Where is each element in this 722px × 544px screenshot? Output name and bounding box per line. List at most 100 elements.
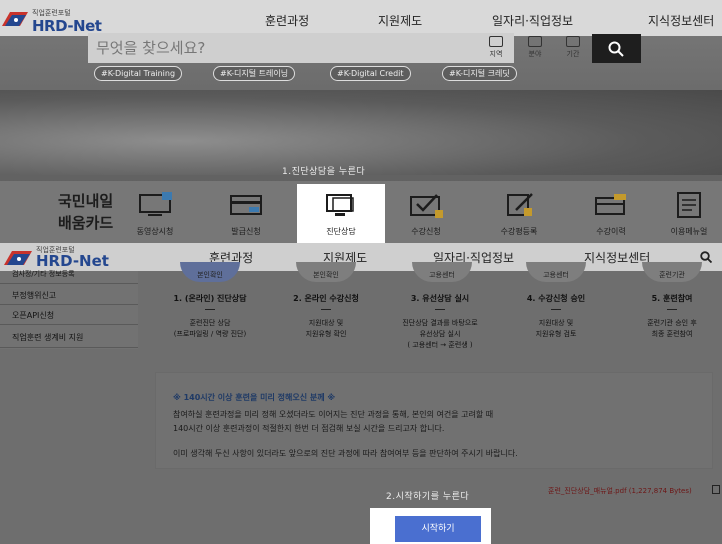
- notice-title: ※ 140시간 이상 훈련을 미리 정해오신 분께 ※: [173, 393, 336, 402]
- step-desc: 지원대상 및: [308, 319, 344, 327]
- menu-jobs[interactable]: 일자리·직업정보: [492, 12, 573, 29]
- step-title: 1. (온라인) 진단상담: [173, 294, 247, 303]
- service-consult[interactable]: 진단상담: [297, 184, 385, 244]
- side-item-living-cost[interactable]: 직업훈련 생계비 지원: [12, 332, 83, 343]
- menu-support[interactable]: 지원제도: [378, 12, 422, 29]
- divider: [435, 309, 445, 310]
- search-button[interactable]: [592, 34, 641, 63]
- manual-download-link[interactable]: 훈련_진단상담_매뉴얼.pdf (1,227,874 Bytes): [548, 486, 692, 496]
- divider: [551, 309, 561, 310]
- hero-background: [0, 90, 722, 175]
- service-video-label: 동영상시청: [136, 227, 174, 236]
- logo-secondary[interactable]: 직업훈련포털 HRD-Net: [2, 243, 112, 271]
- menu-knowledge[interactable]: 지식정보센터: [584, 249, 650, 266]
- service-history[interactable]: 수강이력: [571, 184, 651, 244]
- filter-period-label: 기간: [566, 50, 580, 58]
- document-icon: [677, 192, 701, 218]
- step-3-circle-label: 고용센터: [429, 271, 455, 279]
- card-title-line2: 배움카드: [58, 214, 114, 232]
- divider: [321, 309, 331, 310]
- instruction-1: 1.진단상담을 누른다: [282, 167, 366, 177]
- service-card-issue[interactable]: 발급신청: [206, 184, 286, 244]
- consult-monitor-icon: [326, 194, 354, 216]
- step-5-circle-label: 훈련기관: [659, 271, 685, 279]
- card-title: 국민내일 배움카드: [58, 190, 113, 234]
- service-review[interactable]: 수강평등록: [479, 184, 559, 244]
- hashtag-kdc-ko[interactable]: #K-디지털 크레딧: [442, 66, 517, 81]
- card-title-line1: 국민내일: [58, 192, 114, 210]
- step-desc: 훈련기관 승인 후: [647, 319, 697, 327]
- filter-period[interactable]: 기간: [558, 36, 588, 59]
- step-4: 4. 수강신청 승인 지원대상 및 지원유형 검토: [501, 293, 611, 340]
- divider: [667, 309, 677, 310]
- category-icon: [528, 36, 542, 47]
- step-title: 4. 수강신청 승인: [526, 294, 586, 303]
- step-desc: 지원유형 확인: [305, 330, 347, 338]
- checkbox-icon: [410, 194, 443, 218]
- logo-name: HRD-Net: [36, 252, 109, 270]
- step-desc: (프로파일링 / 역량 진단): [173, 330, 247, 338]
- step-desc: ( 고용센터 → 훈련생 ): [407, 341, 473, 349]
- search-icon: [608, 41, 624, 57]
- step-desc: 훈련진단 상담: [189, 319, 231, 327]
- divider: [0, 304, 138, 305]
- hashtag-kdt[interactable]: #K-Digital Training: [94, 66, 183, 81]
- calendar-icon: [566, 36, 580, 47]
- side-item-info[interactable]: 검사정/기타 정보등록: [12, 269, 75, 279]
- logo-flag-icon: [4, 251, 32, 265]
- divider: [205, 309, 215, 310]
- step-1: 1. (온라인) 진단상담 훈련진단 상담 (프로파일링 / 역량 진단): [155, 293, 265, 340]
- step-title: 3. 유선상담 실시: [410, 294, 470, 303]
- step-desc: 유선상담 실시: [419, 330, 461, 338]
- instruction-2: 2.시작하기를 누른다: [386, 492, 470, 502]
- divider: [0, 324, 138, 325]
- service-video[interactable]: 동영상시청: [115, 184, 195, 244]
- step-title: 2. 온라인 수강신청: [293, 294, 359, 303]
- step-title: 5. 훈련참여: [651, 294, 693, 303]
- step-2-circle-label: 본인확인: [313, 271, 339, 279]
- step-desc: 최종 훈련참여: [651, 330, 693, 338]
- service-manual[interactable]: 이용메뉴얼: [656, 184, 722, 244]
- top-screenshot: 직업훈련포털 HRD-Net 훈련과정 지원제도 일자리·직업정보 지식정보센터…: [0, 0, 722, 250]
- notice-line-2: 140시간 이상 훈련과정이 적절한지 한번 더 점검해 보실 시간을 드리고자…: [173, 424, 445, 433]
- service-card-issue-label: 발급신청: [231, 227, 261, 236]
- hashtag-kdc[interactable]: #K-Digital Credit: [330, 66, 411, 81]
- monitor-icon: [139, 192, 172, 216]
- search-placeholder: 무엇을 찾으세요?: [96, 39, 206, 57]
- step-desc: 지원대상 및: [538, 319, 574, 327]
- step-desc: 지원유형 검토: [535, 330, 577, 338]
- edit-icon: [507, 193, 533, 216]
- side-item-report[interactable]: 부정행위신고: [12, 290, 56, 301]
- download-icon[interactable]: [712, 485, 720, 494]
- filter-field-label: 분야: [528, 50, 542, 58]
- notice-line-3: 이미 생각해 두신 사항이 있더라도 앞으로의 진단 과정에 따라 참여여부 등…: [173, 449, 518, 458]
- divider: [0, 347, 138, 348]
- side-item-openapi[interactable]: 오픈API신청: [12, 310, 54, 321]
- second-gnb: 직업훈련포털 HRD-Net 훈련과정 지원제도 일자리·직업정보 지식정보센터: [0, 243, 722, 271]
- search-input[interactable]: 무엇을 찾으세요?: [88, 33, 514, 63]
- filter-field[interactable]: 분야: [520, 36, 550, 59]
- notice-line-1: 참여하실 훈련과정을 미리 정해 오셨더라도 이어지는 진단 과정을 통해, 본…: [173, 410, 494, 419]
- wallet-icon: [595, 194, 626, 215]
- menu-training[interactable]: 훈련과정: [265, 12, 309, 29]
- step-desc: 진단상담 결과를 바탕으로: [402, 319, 478, 327]
- map-pin-icon: [489, 36, 503, 47]
- filter-region-label: 지역: [489, 50, 503, 58]
- step-4-circle-label: 고용센터: [543, 271, 569, 279]
- step-3: 3. 유선상담 실시 진단상담 결과를 바탕으로 유선상담 실시 ( 고용센터 …: [385, 293, 495, 351]
- filter-region[interactable]: 지역: [481, 36, 511, 59]
- card-icon: [230, 195, 262, 215]
- service-consult-label: 진단상담: [326, 227, 356, 236]
- service-enroll[interactable]: 수강신청: [386, 184, 466, 244]
- step-5: 5. 훈련참여 훈련기관 승인 후 최종 훈련참여: [617, 293, 722, 340]
- logo[interactable]: 직업훈련포털 HRD-Net: [2, 4, 112, 35]
- logo-flag-icon: [2, 12, 28, 26]
- step-1-circle-label: 본인확인: [197, 271, 223, 279]
- service-enroll-label: 수강신청: [411, 227, 441, 236]
- step-2: 2. 온라인 수강신청 지원대상 및 지원유형 확인: [271, 293, 381, 340]
- service-history-label: 수강이력: [596, 227, 626, 236]
- divider: [0, 283, 138, 284]
- hashtag-kdt-ko[interactable]: #K-디지털 트레이닝: [213, 66, 296, 81]
- start-button[interactable]: 시작하기: [395, 516, 481, 542]
- menu-knowledge[interactable]: 지식정보센터: [648, 12, 714, 29]
